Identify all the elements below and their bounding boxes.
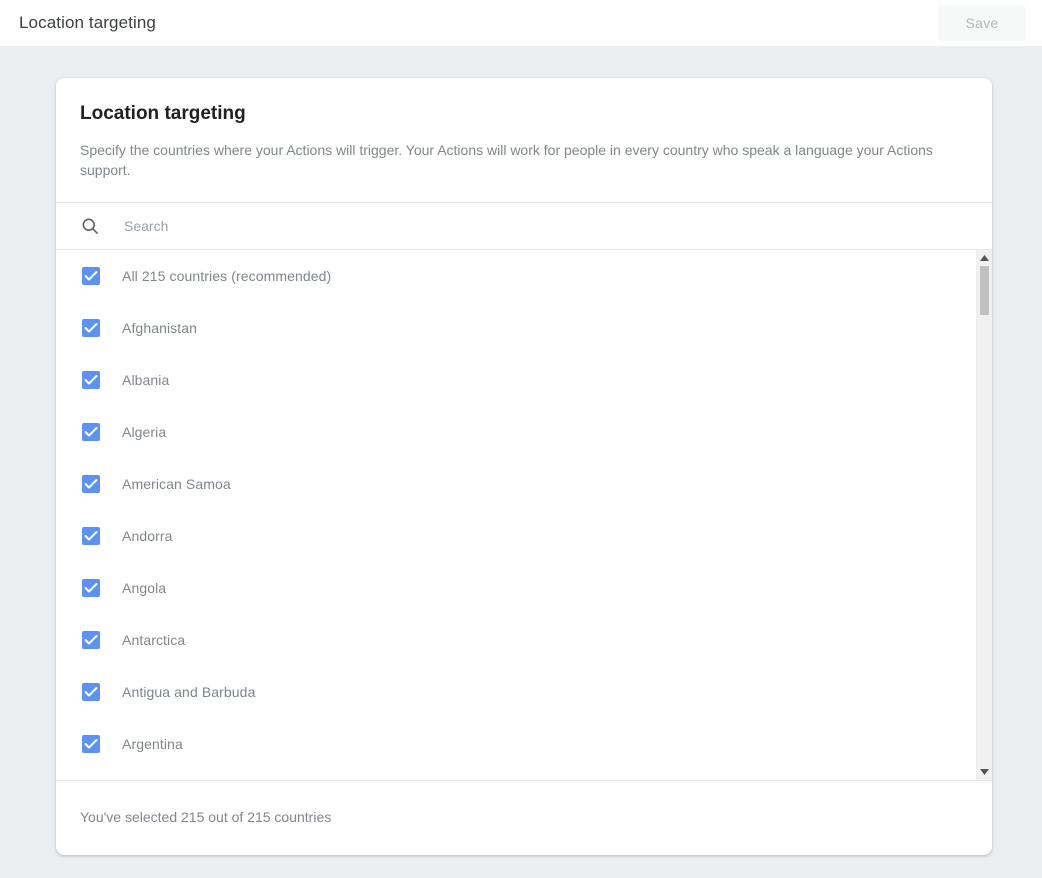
country-label: Andorra (122, 526, 173, 546)
country-label: All 215 countries (recommended) (122, 266, 331, 286)
country-list[interactable]: All 215 countries (recommended) Afghanist… (56, 250, 992, 780)
country-label: Argentina (122, 734, 183, 754)
country-row[interactable]: Antigua and Barbuda (56, 666, 992, 718)
country-label: Afghanistan (122, 318, 197, 338)
country-checkbox[interactable] (82, 371, 100, 389)
card-header: Location targeting Specify the countries… (56, 78, 992, 202)
country-row[interactable]: All 215 countries (recommended) (56, 250, 992, 302)
country-row[interactable]: Angola (56, 562, 992, 614)
page-body: Location targeting Specify the countries… (0, 46, 1042, 878)
scroll-down-arrow-icon[interactable] (977, 764, 992, 780)
page-title: Location targeting (19, 12, 156, 34)
list-scrollbar[interactable] (976, 250, 992, 780)
scroll-up-arrow-icon[interactable] (977, 250, 992, 266)
country-checkbox[interactable] (82, 475, 100, 493)
country-checkbox[interactable] (82, 319, 100, 337)
country-row[interactable]: American Samoa (56, 458, 992, 510)
country-row[interactable]: Afghanistan (56, 302, 992, 354)
scrollbar-thumb[interactable] (980, 266, 989, 315)
country-row[interactable]: Argentina (56, 718, 992, 770)
search-row[interactable] (56, 202, 992, 250)
country-checkbox[interactable] (82, 683, 100, 701)
country-label: Angola (122, 578, 166, 598)
country-row[interactable]: Armenia (56, 770, 992, 780)
card-footer: You've selected 215 out of 215 countries (56, 780, 992, 855)
country-label: Antarctica (122, 630, 185, 650)
search-input[interactable] (122, 203, 968, 249)
top-app-bar: Location targeting Save (0, 0, 1042, 46)
country-checkbox[interactable] (82, 423, 100, 441)
country-checkbox[interactable] (82, 527, 100, 545)
country-label: American Samoa (122, 474, 231, 494)
country-checkbox[interactable] (82, 579, 100, 597)
country-row[interactable]: Albania (56, 354, 992, 406)
country-checkbox[interactable] (82, 735, 100, 753)
country-checkbox[interactable] (82, 267, 100, 285)
card-description: Specify the countries where your Actions… (80, 140, 950, 180)
selection-status-text: You've selected 215 out of 215 countries (80, 809, 331, 825)
card-title: Location targeting (80, 102, 968, 126)
country-list-container: All 215 countries (recommended) Afghanist… (56, 250, 992, 780)
country-label: Algeria (122, 422, 166, 442)
country-label: Albania (122, 370, 169, 390)
country-checkbox[interactable] (82, 631, 100, 649)
country-row[interactable]: Algeria (56, 406, 992, 458)
save-button[interactable]: Save (938, 5, 1026, 41)
country-row[interactable]: Andorra (56, 510, 992, 562)
country-row[interactable]: Antarctica (56, 614, 992, 666)
country-label: Antigua and Barbuda (122, 682, 255, 702)
location-targeting-card: Location targeting Specify the countries… (56, 78, 992, 855)
search-icon (80, 216, 100, 236)
